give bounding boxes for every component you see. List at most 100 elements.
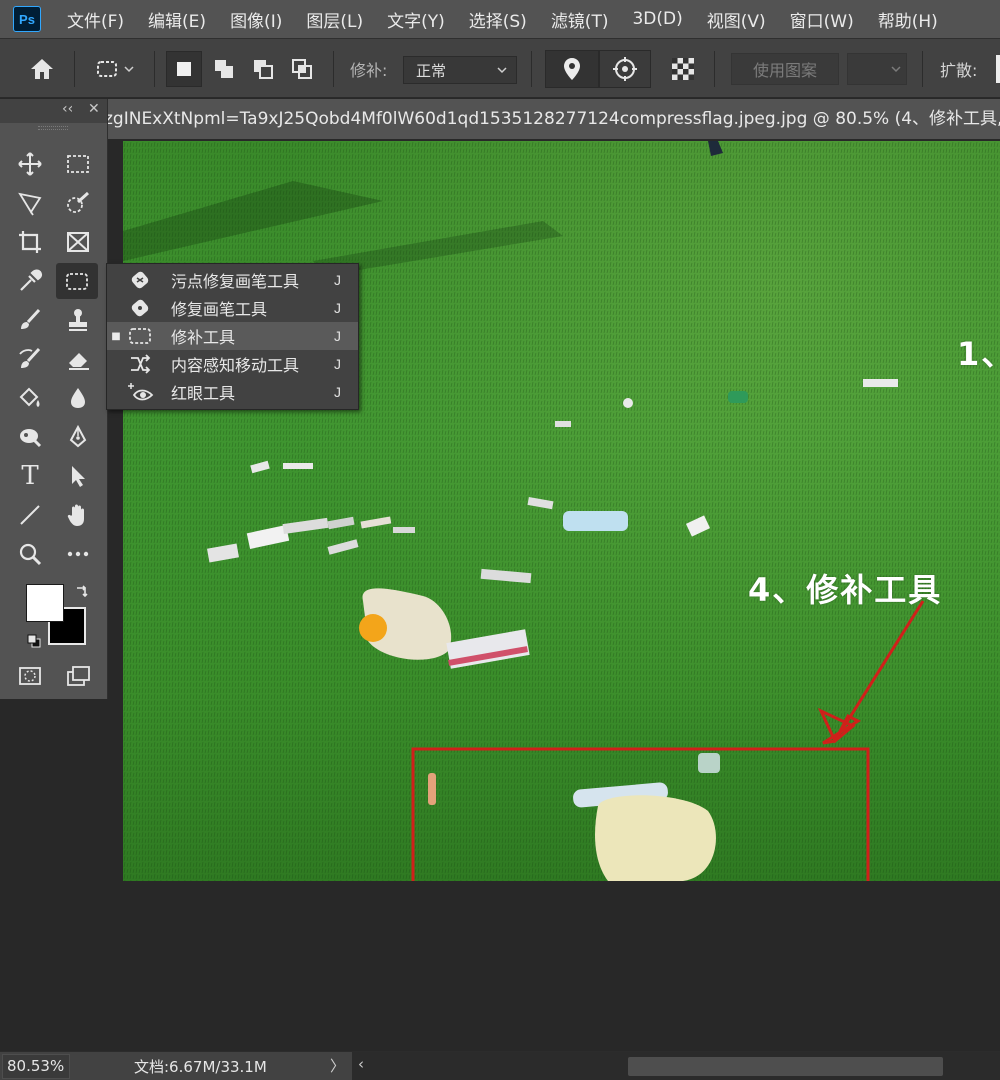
foreground-color-swatch[interactable] [26, 584, 64, 622]
line-icon [20, 505, 40, 525]
scrollbar-thumb[interactable] [628, 1057, 943, 1076]
tool-eyedropper[interactable] [12, 264, 48, 298]
menu-window[interactable]: 窗口(W) [778, 7, 866, 32]
tool-history-brush[interactable] [12, 342, 48, 376]
eyedropper-icon [20, 269, 43, 291]
tool-patch[interactable] [56, 263, 98, 299]
tool-screen-mode[interactable] [60, 659, 96, 693]
paint-bucket-icon [19, 387, 40, 407]
screen-mode-icon [67, 666, 90, 686]
document-info[interactable]: 文档:6.67M/33.1M [134, 1056, 267, 1077]
tool-preset-picker[interactable] [84, 53, 146, 85]
path-select-icon [72, 466, 85, 487]
source-button[interactable] [545, 50, 599, 88]
tools-panel: ‹‹ ✕ T [0, 99, 108, 699]
tool-path-select[interactable] [60, 459, 96, 493]
tool-brush[interactable] [12, 303, 48, 337]
swap-colors-icon[interactable] [74, 583, 90, 599]
tool-quick-mask[interactable] [12, 659, 48, 693]
target-icon [613, 57, 637, 81]
destination-button[interactable] [599, 50, 651, 88]
dodge-icon [20, 429, 42, 448]
chevron-down-icon [124, 66, 134, 73]
scroll-left-arrow[interactable]: ‹ [358, 1055, 364, 1073]
tool-line[interactable] [12, 498, 48, 532]
lasso-icon [18, 192, 42, 216]
pen-icon [69, 424, 87, 448]
panel-grip[interactable] [38, 126, 68, 130]
subtract-selection-icon [254, 60, 273, 79]
crop-icon [19, 231, 41, 253]
new-selection-icon [177, 62, 191, 76]
menu-file[interactable]: 文件(F) [55, 7, 136, 32]
tool-paint-bucket[interactable] [12, 381, 48, 415]
tool-frame[interactable] [60, 225, 96, 259]
red-eye-icon [128, 383, 154, 401]
document-title: zgINExXtNpml=Ta9xJ25Qobd4Mf0lW60d1qd1535… [108, 109, 1000, 129]
checkerboard-icon [672, 58, 694, 80]
menu-layer[interactable]: 图层(L) [294, 7, 375, 32]
tool-marquee[interactable] [60, 147, 96, 181]
tool-stamp[interactable] [60, 303, 96, 337]
flyout-item-healing-brush[interactable]: 修复画笔工具 J [107, 294, 358, 322]
quick-select-icon [67, 191, 90, 213]
intersect-selection-icon [292, 59, 312, 79]
horizontal-scrollbar[interactable]: ‹ [352, 1052, 1000, 1080]
quick-mask-icon [19, 667, 41, 685]
tool-zoom[interactable] [12, 537, 48, 571]
intersect-selection-button[interactable] [284, 51, 320, 87]
chevron-down-icon [891, 66, 901, 73]
home-button[interactable] [22, 53, 62, 85]
new-selection-button[interactable] [166, 51, 202, 87]
add-selection-button[interactable] [206, 51, 242, 87]
tool-dodge[interactable] [12, 420, 48, 454]
menu-help[interactable]: 帮助(H) [866, 7, 950, 32]
zoom-level-field[interactable]: 80.53% [2, 1054, 70, 1079]
document-tab[interactable]: zgINExXtNpml=Ta9xJ25Qobd4Mf0lW60d1qd1535… [108, 99, 1000, 139]
home-icon [31, 59, 53, 79]
flyout-item-spot-healing[interactable]: 污点修复画笔工具 J [107, 266, 358, 294]
subtract-selection-button[interactable] [245, 51, 281, 87]
flyout-item-red-eye[interactable]: 红眼工具 J [107, 378, 358, 406]
stamp-icon [69, 309, 87, 331]
collapse-icon[interactable]: ‹‹ [62, 101, 73, 117]
photo-canvas[interactable]: 4、修补工具 1、 [123, 141, 1000, 881]
patch-tool-icon [97, 61, 117, 77]
patch-mode-label: 修补: [350, 61, 388, 80]
tools-panel-header: ‹‹ ✕ [0, 99, 107, 123]
tool-crop[interactable] [12, 225, 48, 259]
flyout-item-patch[interactable]: ■ 修补工具 J [107, 322, 358, 350]
map-pin-icon [564, 58, 580, 80]
menu-3d[interactable]: 3D(D) [620, 9, 694, 29]
tool-more[interactable] [60, 537, 96, 571]
menu-select[interactable]: 选择(S) [457, 7, 539, 32]
patch-mode-select[interactable]: 正常 [403, 56, 517, 84]
menu-view[interactable]: 视图(V) [695, 7, 778, 32]
menu-filter[interactable]: 滤镜(T) [539, 7, 621, 32]
flyout-item-content-aware-move[interactable]: 内容感知移动工具 J [107, 350, 358, 378]
tool-quick-select[interactable] [60, 186, 96, 220]
add-selection-icon [215, 60, 233, 78]
diffusion-label: 扩散: [940, 61, 978, 80]
close-icon[interactable]: ✕ [88, 101, 100, 117]
healing-tools-flyout: 污点修复画笔工具 J 修复画笔工具 J ■ 修补工具 J 内容感知移动工具 J … [106, 263, 359, 410]
tool-type[interactable]: T [12, 459, 48, 493]
menu-type[interactable]: 文字(Y) [375, 7, 457, 32]
photoshop-logo: Ps [13, 6, 41, 32]
tool-blur[interactable] [60, 381, 96, 415]
transparent-button[interactable] [666, 53, 700, 85]
tool-pen[interactable] [60, 420, 96, 454]
pattern-picker[interactable] [847, 53, 907, 85]
status-menu-arrow[interactable]: 〉 [330, 1055, 345, 1076]
menu-edit[interactable]: 编辑(E) [136, 7, 218, 32]
diffusion-input[interactable] [996, 55, 1000, 83]
tool-lasso[interactable] [12, 186, 48, 220]
grass-scene [123, 141, 1000, 881]
use-pattern-button[interactable]: 使用图案 [731, 53, 839, 85]
tool-hand[interactable] [60, 498, 96, 532]
frame-icon [67, 232, 89, 252]
tool-move[interactable] [12, 147, 48, 181]
menu-image[interactable]: 图像(I) [218, 7, 294, 32]
default-colors-icon[interactable] [26, 633, 42, 649]
tool-eraser[interactable] [60, 342, 96, 376]
